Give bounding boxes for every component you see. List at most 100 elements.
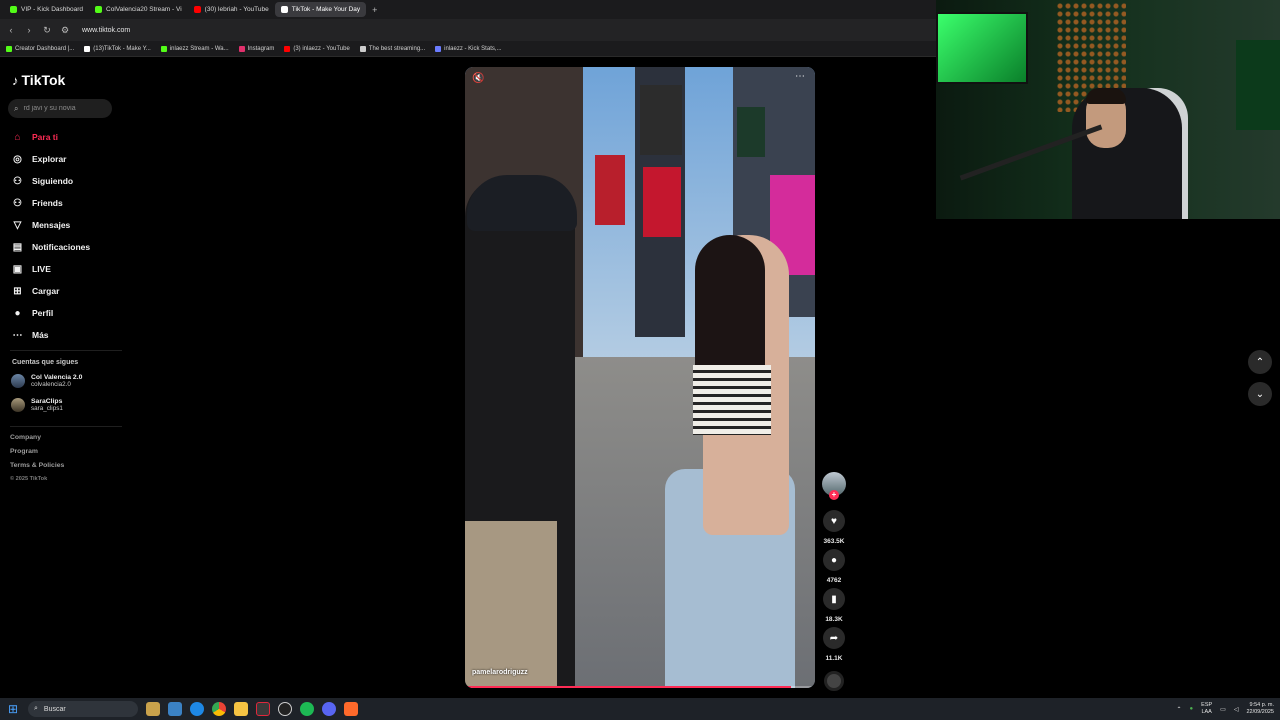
share-action[interactable]: ➦ 11.1K	[822, 627, 846, 662]
nav-item-home[interactable]: ⌂ Para ti	[11, 126, 90, 148]
followed-account[interactable]: SaraClips sara_clips1	[11, 398, 63, 412]
microphone-icon[interactable]: ●	[1190, 706, 1194, 712]
progress-fill	[465, 686, 791, 688]
chevron-up-icon[interactable]: ⌃	[1177, 706, 1182, 713]
chevron-down-icon: ⌄	[1255, 388, 1265, 400]
nav-item-following[interactable]: ⚇ Siguiendo	[11, 170, 90, 192]
bookmark-item[interactable]: inlaezz - Kick Stats,...	[435, 45, 502, 52]
divider	[10, 426, 122, 427]
bookmark-favicon-icon	[160, 45, 167, 52]
like-count: 363.5K	[823, 538, 845, 545]
site-info-icon[interactable]: ⚙	[60, 25, 70, 36]
search-icon: ⌕	[14, 103, 19, 113]
language-indicator[interactable]: ESP LAA	[1201, 702, 1212, 716]
tiktok-logo[interactable]: ♪ TikTok	[12, 72, 65, 88]
widgets-icon[interactable]	[146, 702, 160, 716]
back-icon[interactable]: ‹	[6, 25, 16, 35]
task-view-icon[interactable]	[168, 702, 182, 716]
account-name: Col Valencia 2.0	[31, 374, 83, 381]
share-count: 11.1K	[825, 655, 843, 662]
next-video-button[interactable]: ⌄	[1248, 382, 1272, 406]
kick-icon	[95, 6, 103, 13]
bookmark-item[interactable]: inlaezz Stream - Wa...	[160, 45, 229, 52]
footer-link-company[interactable]: Company	[10, 434, 64, 448]
sidebar-footer: Company Program Terms & Policies © 2025 …	[10, 434, 64, 490]
bookmark-label: Creator Dashboard |...	[15, 45, 75, 52]
bookmark-item[interactable]: (13)TikTok - Make Y...	[84, 45, 151, 52]
live-icon: ▣	[12, 263, 23, 275]
browser-tab[interactable]: VIP - Kick Dashboard	[4, 2, 89, 17]
reload-icon[interactable]: ↻	[42, 25, 52, 36]
forward-icon[interactable]: ›	[24, 25, 34, 35]
notifications-icon: ▤	[12, 241, 23, 253]
bookmark-item[interactable]: The best streaming...	[359, 45, 425, 52]
like-action[interactable]: ♥ 363.5K	[822, 510, 846, 545]
nav-item-profile[interactable]: ● Perfil	[11, 302, 90, 324]
footer-link-terms[interactable]: Terms & Policies	[10, 462, 64, 476]
nav-item-live[interactable]: ▣ LIVE	[11, 258, 90, 280]
discord-icon[interactable]	[322, 702, 336, 716]
nav-item-messages[interactable]: ▽ Mensajes	[11, 214, 90, 236]
spotify-icon[interactable]	[300, 702, 314, 716]
nav-item-friends[interactable]: ⚇ Friends	[11, 192, 90, 214]
browser-tab-active[interactable]: TikTok - Make Your Day	[274, 2, 367, 17]
follow-plus-icon[interactable]: +	[829, 490, 839, 500]
heart-icon[interactable]: ♥	[823, 510, 845, 532]
search-input[interactable]	[23, 105, 104, 112]
bookmark-item[interactable]: (3) inlaezz - YouTube	[284, 45, 350, 52]
bookmark-item[interactable]: Creator Dashboard |...	[6, 45, 75, 52]
url-field[interactable]: www.tiktok.com	[82, 27, 130, 34]
search-icon: ⌕	[34, 705, 38, 712]
music-disc-icon[interactable]	[824, 671, 844, 691]
account-handle: sara_clips1	[31, 405, 63, 412]
tab-label: VIP - Kick Dashboard	[21, 6, 84, 13]
clock-time: 9:54 p. m.	[1249, 702, 1274, 708]
edge-icon[interactable]	[190, 702, 204, 716]
save-action[interactable]: ▮ 18.3K	[822, 588, 846, 623]
bookmark-label: (3) inlaezz - YouTube	[293, 45, 350, 52]
plus-icon[interactable]: +	[366, 5, 383, 15]
nav-item-upload[interactable]: ⊞ Cargar	[11, 280, 90, 302]
language-code: ESP	[1201, 702, 1213, 708]
bookmark-item[interactable]: Instagram	[238, 45, 274, 52]
tab-label: ColValencia20 Stream - Vi	[106, 6, 182, 13]
mute-icon[interactable]: 🔇	[472, 73, 484, 84]
followed-account[interactable]: Col Valencia 2.0 colvalencia2.0	[11, 374, 82, 388]
clock[interactable]: 9:54 p. m. 22/09/2025	[1246, 702, 1274, 716]
video-pants	[465, 521, 557, 688]
home-icon: ⌂	[14, 131, 21, 143]
share-icon[interactable]: ➦	[823, 627, 845, 649]
obs-icon[interactable]	[278, 702, 292, 716]
video-progress-bar[interactable]	[465, 686, 815, 688]
browser-tab[interactable]: (30) lebriah - YouTube	[188, 2, 275, 17]
app-icon[interactable]	[344, 702, 358, 716]
video-author[interactable]: pamelarodriguzz	[472, 669, 528, 676]
browser-tab[interactable]: ColValencia20 Stream - Vi	[89, 2, 188, 17]
windows-start-icon[interactable]: ⊞	[0, 702, 26, 716]
volume-icon[interactable]: ◁	[1234, 706, 1239, 713]
previous-video-button[interactable]: ⌃	[1248, 350, 1272, 374]
video-player[interactable]: 🔇 ⋯ pamelarodriguzz	[465, 67, 815, 688]
nav-item-more[interactable]: ⋯ Más	[11, 324, 90, 346]
billboard	[737, 107, 765, 157]
chrome-icon[interactable]	[212, 702, 226, 716]
keyboard-layout: LAA	[1201, 709, 1212, 715]
bookmark-favicon-icon	[238, 45, 245, 52]
nav-item-compass[interactable]: ◎ Explorar	[11, 148, 90, 170]
bookmark-icon[interactable]: ▮	[823, 588, 845, 610]
comment-icon[interactable]: ●	[823, 549, 845, 571]
clock-date: 22/09/2025	[1246, 709, 1274, 715]
comment-action[interactable]: ● 4762	[822, 549, 846, 584]
more-options-icon[interactable]: ⋯	[795, 71, 805, 82]
nav-item-notifications[interactable]: ▤ Notificaciones	[11, 236, 90, 258]
youtube-icon	[193, 6, 201, 13]
save-count: 18.3K	[825, 616, 843, 623]
bookmark-favicon-icon	[284, 45, 291, 52]
file-explorer-icon[interactable]	[234, 702, 248, 716]
tab-label: TikTok - Make Your Day	[291, 6, 361, 13]
network-icon[interactable]: ▭	[1220, 706, 1226, 713]
opera-icon[interactable]	[256, 702, 270, 716]
taskbar-search[interactable]: ⌕ Buscar	[28, 701, 138, 717]
footer-link-program[interactable]: Program	[10, 448, 64, 462]
bookmark-favicon-icon	[359, 45, 366, 52]
